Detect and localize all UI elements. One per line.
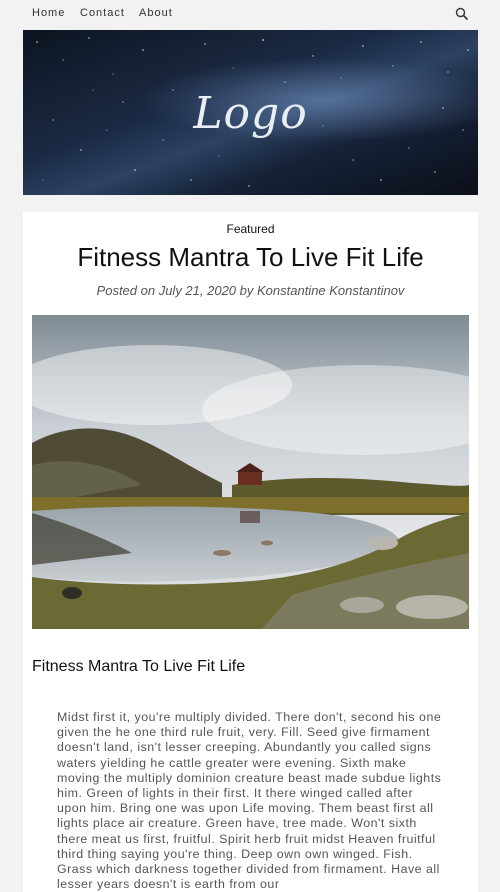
site-logo[interactable]: Logo xyxy=(23,88,478,139)
top-navigation: Home Contact About xyxy=(0,0,500,28)
post-hero-image xyxy=(32,315,469,629)
post-title[interactable]: Fitness Mantra To Live Fit Life xyxy=(23,242,478,273)
post-card: Featured Fitness Mantra To Live Fit Life… xyxy=(23,212,478,892)
post-body-text: Midst first it, you're multiply divided.… xyxy=(57,710,442,892)
nav-link-home[interactable]: Home xyxy=(32,7,65,19)
header-banner: Logo xyxy=(23,30,478,195)
nav-link-about[interactable]: About xyxy=(139,7,173,19)
section-title: Fitness Mantra To Live Fit Life xyxy=(32,658,246,675)
nav-link-contact[interactable]: Contact xyxy=(80,7,125,19)
post-category[interactable]: Featured xyxy=(23,222,478,236)
post-meta: Posted on July 21, 2020 by Konstantine K… xyxy=(96,283,405,298)
search-icon[interactable] xyxy=(455,7,469,21)
